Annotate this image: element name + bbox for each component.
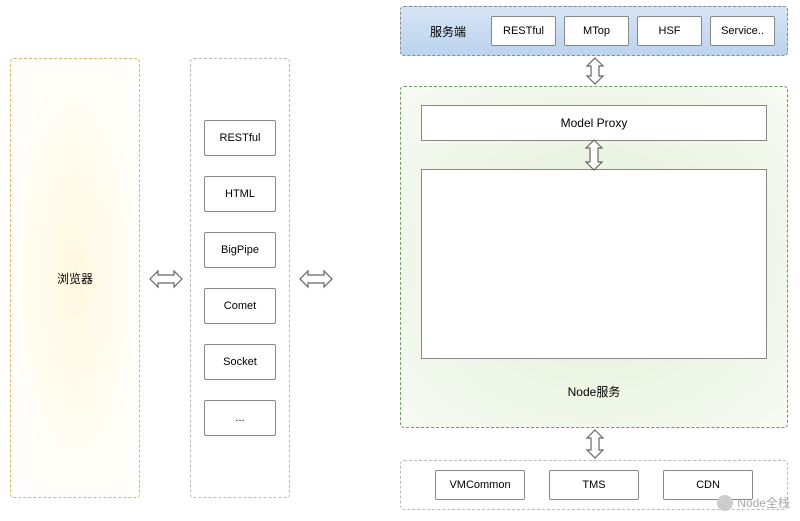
server-item: Service.. xyxy=(710,16,775,46)
server-item-label: MTop xyxy=(583,25,610,37)
server-label: 服务端 xyxy=(413,23,483,40)
protocol-label: ... xyxy=(235,412,244,424)
bidirectional-arrow-vertical-icon xyxy=(581,138,607,172)
server-item-label: HSF xyxy=(659,25,681,37)
protocol-stack-container: RESTful HTML BigPipe Comet Socket ... xyxy=(190,58,290,498)
bottom-service-item: TMS xyxy=(549,470,639,500)
protocol-label: BigPipe xyxy=(221,244,259,256)
watermark: Node全栈 xyxy=(717,494,790,511)
server-item: RESTful xyxy=(491,16,556,46)
watermark-label: Node全栈 xyxy=(737,494,790,511)
protocol-label: Socket xyxy=(223,356,257,368)
bottom-service-label: CDN xyxy=(696,479,720,491)
browser-label: 浏览器 xyxy=(57,270,93,287)
server-container: 服务端 RESTful MTop HSF Service.. xyxy=(400,6,788,56)
protocol-label: RESTful xyxy=(220,132,261,144)
bottom-service-item: VMCommon xyxy=(435,470,525,500)
server-item: MTop xyxy=(564,16,629,46)
protocol-item: BigPipe xyxy=(204,232,276,268)
protocol-item: RESTful xyxy=(204,120,276,156)
bidirectional-arrow-vertical-icon xyxy=(582,56,608,86)
protocol-label: Comet xyxy=(224,300,256,312)
browser-container: 浏览器 xyxy=(10,58,140,498)
server-item-label: Service.. xyxy=(721,25,764,37)
model-proxy-label: Model Proxy xyxy=(561,116,628,130)
watermark-icon xyxy=(717,495,733,511)
protocol-item: Comet xyxy=(204,288,276,324)
protocol-item: HTML xyxy=(204,176,276,212)
server-item-label: RESTful xyxy=(503,25,544,37)
node-content-box xyxy=(421,169,767,359)
bottom-service-label: VMCommon xyxy=(449,479,510,491)
protocol-item: Socket xyxy=(204,344,276,380)
protocol-item: ... xyxy=(204,400,276,436)
bidirectional-arrow-icon xyxy=(148,266,184,292)
node-service-label: Node服务 xyxy=(568,383,621,400)
bottom-service-label: TMS xyxy=(582,479,605,491)
bidirectional-arrow-vertical-icon xyxy=(582,428,608,460)
bidirectional-arrow-icon xyxy=(298,266,334,292)
protocol-label: HTML xyxy=(225,188,255,200)
node-service-container: Model Proxy Node服务 xyxy=(400,86,788,428)
model-proxy-box: Model Proxy xyxy=(421,105,767,141)
server-item: HSF xyxy=(637,16,702,46)
